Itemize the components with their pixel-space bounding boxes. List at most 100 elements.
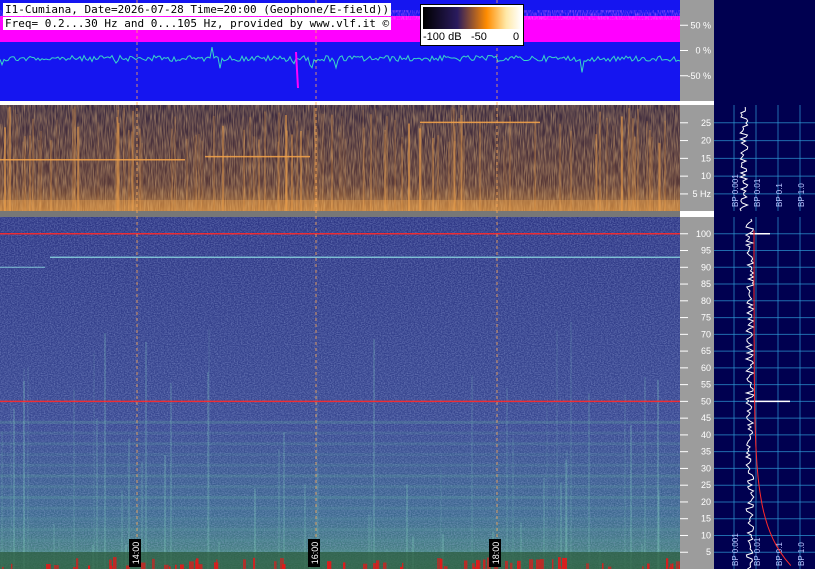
red-burst — [552, 559, 554, 569]
axis-separator — [680, 101, 714, 105]
red-burst — [46, 564, 51, 569]
side-label-low-0: BP 0.001 — [731, 174, 740, 207]
high-band — [0, 538, 680, 542]
red-burst — [327, 561, 332, 569]
red-burst — [602, 563, 604, 569]
colorbar-label-max: 0 — [513, 31, 520, 43]
high-band — [0, 528, 680, 532]
spectrogram-high-base-band — [0, 552, 680, 569]
red-burst — [54, 565, 59, 569]
high-band — [0, 442, 680, 446]
red-burst — [483, 559, 486, 569]
red-burst — [464, 560, 468, 569]
colorbar-legend: -100 dB -50 0 — [420, 4, 524, 46]
high-band — [0, 463, 680, 467]
time-marker-label-2: 18:00 — [491, 542, 501, 565]
colorbar-label-mid: -50 — [471, 31, 487, 43]
red-burst — [195, 560, 198, 569]
high-tick-8: 60 — [701, 363, 711, 373]
high-band — [0, 495, 680, 499]
spectrogram-high-panel — [0, 217, 684, 569]
red-burst — [76, 558, 79, 569]
spectrogram-chart: 14:00 16:00 18:00 50 % 0 % -50 % 25 20 15 10 5 Hz… — [0, 0, 815, 570]
red-burst — [517, 563, 519, 569]
panel-separator — [0, 101, 680, 105]
high-tick-3: 85 — [701, 279, 711, 289]
red-burst — [11, 563, 13, 569]
high-tick-2: 90 — [701, 262, 711, 272]
high-tick-19: 5 — [706, 547, 711, 557]
high-tick-1: 95 — [701, 246, 711, 256]
red-burst — [529, 559, 534, 569]
high-tick-0: 100 — [696, 229, 711, 239]
high-tick-6: 70 — [701, 329, 711, 339]
spectrogram-low-panel — [0, 105, 680, 211]
red-burst — [505, 560, 508, 569]
high-tick-12: 40 — [701, 430, 711, 440]
red-burst — [141, 562, 146, 569]
low-tick-2: 15 — [701, 153, 711, 163]
time-marker-label-1: 16:00 — [310, 542, 320, 565]
high-tick-18: 10 — [701, 530, 711, 540]
red-burst — [383, 562, 387, 569]
red-burst — [562, 557, 567, 569]
time-marker-label-0: 14:00 — [131, 542, 141, 565]
red-burst — [180, 564, 184, 569]
low-tick-4: 5 Hz — [692, 189, 711, 199]
colorbar-gradient — [423, 7, 521, 29]
low-tick-0: 25 — [701, 118, 711, 128]
red-burst — [198, 564, 203, 569]
red-burst — [676, 561, 680, 569]
red-burst — [647, 563, 650, 569]
red-burst — [510, 562, 513, 569]
header-line-2: Freq= 0.2...30 Hz and 0...105 Hz, provid… — [3, 17, 392, 30]
red-burst — [274, 561, 277, 569]
side-label-high-1: BP 0.01 — [753, 537, 762, 566]
side-label-high-3: BP 1.0 — [797, 542, 806, 566]
red-burst — [253, 557, 256, 569]
high-tick-15: 25 — [701, 480, 711, 490]
red-burst — [536, 559, 541, 569]
red-burst — [666, 558, 669, 569]
red-burst — [373, 563, 378, 569]
high-tick-10: 50 — [701, 396, 711, 406]
amp-tick-1: 0 % — [695, 46, 711, 56]
amp-tick-0: 50 % — [690, 20, 711, 30]
vlf-spectrogram-display: 14:00 16:00 18:00 50 % 0 % -50 % 25 20 15 10 5 Hz… — [0, 0, 815, 570]
side-label-low-3: BP 1.0 — [797, 183, 806, 207]
high-band — [0, 517, 680, 521]
red-burst — [476, 559, 480, 569]
high-tick-13: 35 — [701, 447, 711, 457]
red-burst — [164, 564, 169, 569]
high-tick-9: 55 — [701, 380, 711, 390]
high-band — [0, 474, 680, 478]
side-label-low-2: BP 0.1 — [775, 183, 784, 207]
red-burst — [280, 558, 284, 569]
red-burst — [214, 562, 219, 569]
high-tick-14: 30 — [701, 463, 711, 473]
high-tick-7: 65 — [701, 346, 711, 356]
high-band — [0, 431, 680, 435]
side-label-high-0: BP 0.001 — [731, 533, 740, 566]
spectrogram-low-base-band — [0, 200, 680, 211]
high-band — [0, 506, 680, 510]
high-band — [0, 453, 680, 457]
high-tick-16: 20 — [701, 497, 711, 507]
colorbar-label-min: -100 dB — [423, 31, 462, 43]
red-burst — [152, 558, 155, 569]
red-burst — [189, 561, 194, 569]
red-burst — [175, 564, 177, 569]
red-burst — [243, 559, 246, 569]
spectrogram-high-texture — [0, 217, 680, 569]
high-tick-17: 15 — [701, 514, 711, 524]
high-tick-11: 45 — [701, 413, 711, 423]
high-tick-4: 80 — [701, 296, 711, 306]
high-tick-5: 75 — [701, 313, 711, 323]
low-tick-1: 20 — [701, 136, 711, 146]
red-burst — [437, 558, 442, 569]
side-label-low-1: BP 0.01 — [753, 178, 762, 207]
red-burst — [586, 563, 589, 569]
red-burst — [558, 557, 561, 569]
red-burst — [343, 562, 346, 569]
high-band — [0, 420, 680, 424]
